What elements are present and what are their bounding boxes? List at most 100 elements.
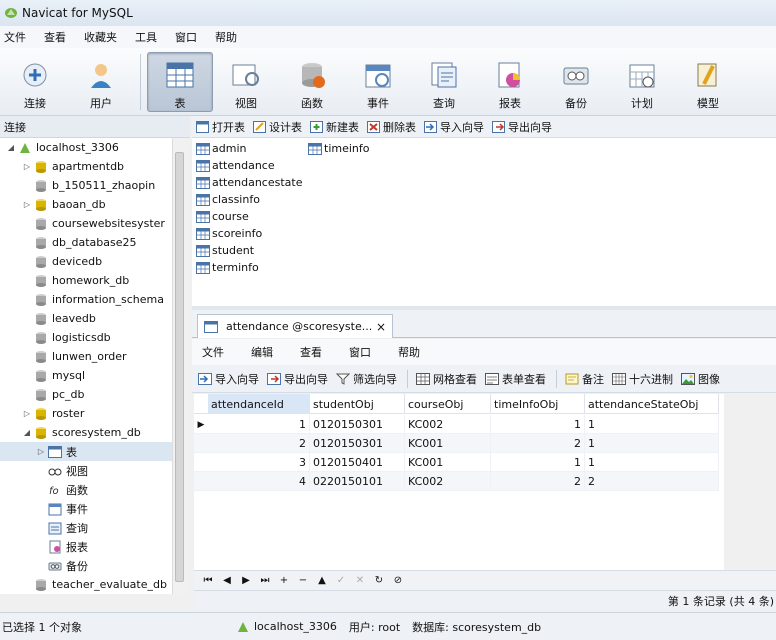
table-row[interactable]: 3 0120150401 KC001 1 1: [194, 453, 719, 472]
inner-menu-edit[interactable]: 编辑: [251, 344, 273, 360]
table-item-scoreinfo[interactable]: scoreinfo: [196, 225, 262, 242]
open-table-button[interactable]: 打开表: [196, 119, 245, 135]
tree-item-queries[interactable]: 查询: [0, 518, 185, 537]
user-button[interactable]: 用户: [68, 52, 134, 112]
inner-export-wizard-button[interactable]: 导出向导: [267, 371, 328, 387]
table-item-terminfo[interactable]: terminfo: [196, 259, 259, 276]
form-view-button[interactable]: 表单查看: [485, 371, 546, 387]
tree-item-db[interactable]: coursewebsitesyster: [0, 214, 185, 233]
tree-item-views[interactable]: 视图: [0, 461, 185, 480]
previous-record-icon[interactable]: ◀: [219, 575, 235, 586]
last-record-icon[interactable]: ⏭: [257, 575, 273, 586]
table-item-classinfo[interactable]: classinfo: [196, 191, 260, 208]
inner-import-wizard-button[interactable]: 导入向导: [198, 371, 259, 387]
cell-timeInfoObj[interactable]: 1: [491, 453, 585, 472]
inner-menu-help[interactable]: 帮助: [398, 344, 420, 360]
column-header-attendanceId[interactable]: attendanceId: [208, 394, 310, 414]
tab-attendance[interactable]: attendance @scoresyste... ×: [197, 314, 393, 338]
column-header-courseObj[interactable]: courseObj: [405, 394, 491, 414]
view-button[interactable]: 视图: [213, 52, 279, 112]
tree-item-backups[interactable]: 备份: [0, 556, 185, 575]
menu-help[interactable]: 帮助: [209, 29, 249, 45]
menu-favorites[interactable]: 收藏夹: [78, 29, 129, 45]
cell-studentObj[interactable]: 0120150301: [310, 415, 405, 434]
table-item-admin[interactable]: admin: [196, 140, 246, 157]
table-item-student[interactable]: student: [196, 242, 254, 259]
cell-attendanceStateObj[interactable]: 1: [585, 434, 719, 453]
report-button[interactable]: 报表: [477, 52, 543, 112]
tree-item-functions[interactable]: fo 函数: [0, 480, 185, 499]
tree-expander-icon[interactable]: ▷: [22, 409, 32, 418]
cell-courseObj[interactable]: KC002: [405, 415, 491, 434]
tree-scrollbar-thumb[interactable]: [175, 152, 184, 582]
tree-item-db[interactable]: homework_db: [0, 271, 185, 290]
tree-item-db[interactable]: leavedb: [0, 309, 185, 328]
new-table-button[interactable]: 新建表: [310, 119, 359, 135]
tree-item-db-open[interactable]: ▷ baoan_db: [0, 195, 185, 214]
tree-expander-icon[interactable]: ▷: [36, 447, 46, 456]
table-button[interactable]: 表: [147, 51, 213, 112]
tree-scrollbar[interactable]: [172, 138, 186, 594]
tree-expander-icon[interactable]: ◢: [22, 428, 32, 437]
table-item-attendancestate[interactable]: attendancestate: [196, 174, 302, 191]
tree-item-db[interactable]: logisticsdb: [0, 328, 185, 347]
cell-attendanceStateObj[interactable]: 1: [585, 453, 719, 472]
cell-timeInfoObj[interactable]: 1: [491, 415, 585, 434]
image-button[interactable]: 图像: [681, 371, 720, 387]
tree-item-db[interactable]: devicedb: [0, 252, 185, 271]
table-item-course[interactable]: course: [196, 208, 249, 225]
tree-item-db[interactable]: b_150511_zhaopin: [0, 176, 185, 195]
tree-item-db-open[interactable]: ◢ scoresystem_db: [0, 423, 185, 442]
filter-wizard-button[interactable]: 筛选向导: [336, 371, 397, 387]
edit-record-icon[interactable]: ▲: [314, 575, 330, 586]
cell-attendanceId[interactable]: 2: [208, 434, 310, 453]
cell-studentObj[interactable]: 0120150401: [310, 453, 405, 472]
cell-courseObj[interactable]: KC001: [405, 434, 491, 453]
tree-expander-icon[interactable]: ▷: [22, 162, 32, 171]
first-record-icon[interactable]: ⏮: [200, 575, 216, 586]
tree-expander-icon[interactable]: ▷: [22, 200, 32, 209]
import-wizard-button[interactable]: 导入向导: [424, 119, 484, 135]
tree-expander-icon[interactable]: ◢: [6, 143, 16, 152]
cell-attendanceId[interactable]: 1: [208, 415, 310, 434]
tree-item-db[interactable]: information_schema: [0, 290, 185, 309]
apply-changes-icon[interactable]: ✓: [333, 575, 349, 586]
inner-menu-view[interactable]: 查看: [300, 344, 322, 360]
cell-courseObj[interactable]: KC002: [405, 472, 491, 491]
menu-tools[interactable]: 工具: [129, 29, 169, 45]
model-button[interactable]: 模型: [675, 52, 741, 112]
cell-attendanceStateObj[interactable]: 1: [585, 415, 719, 434]
design-table-button[interactable]: 设计表: [253, 119, 302, 135]
function-button[interactable]: 函数: [279, 52, 345, 112]
export-wizard-button[interactable]: 导出向导: [492, 119, 552, 135]
cancel-changes-icon[interactable]: ✕: [352, 575, 368, 586]
tree-item-db[interactable]: teacher_evaluate_db: [0, 575, 185, 594]
tree-item-db-open[interactable]: ▷ roster: [0, 404, 185, 423]
menu-window[interactable]: 窗口: [169, 29, 209, 45]
backup-button[interactable]: 备份: [543, 52, 609, 112]
connect-button[interactable]: 连接: [2, 52, 68, 112]
column-header-studentObj[interactable]: studentObj: [310, 394, 405, 414]
cell-timeInfoObj[interactable]: 2: [491, 472, 585, 491]
tree-item-db[interactable]: mysql: [0, 366, 185, 385]
event-button[interactable]: 事件: [345, 52, 411, 112]
menu-file[interactable]: 文件: [0, 29, 38, 45]
cell-attendanceId[interactable]: 4: [208, 472, 310, 491]
delete-table-button[interactable]: 删除表: [367, 119, 416, 135]
schedule-button[interactable]: 计划: [609, 52, 675, 112]
tab-close-icon[interactable]: ×: [376, 320, 386, 334]
tree-item-db-open[interactable]: ▷ apartmentdb: [0, 157, 185, 176]
table-row[interactable]: 4 0220150101 KC002 2 2: [194, 472, 719, 491]
stop-icon[interactable]: ⊘: [390, 575, 406, 586]
inner-menu-file[interactable]: 文件: [202, 344, 224, 360]
cell-attendanceId[interactable]: 3: [208, 453, 310, 472]
cell-timeInfoObj[interactable]: 2: [491, 434, 585, 453]
refresh-icon[interactable]: ↻: [371, 575, 387, 586]
tree-item-server[interactable]: ◢ localhost_3306: [0, 138, 185, 157]
column-header-attendanceStateObj[interactable]: attendanceStateObj: [585, 394, 719, 414]
add-record-icon[interactable]: +: [276, 575, 292, 586]
tree-item-events[interactable]: 事件: [0, 499, 185, 518]
cell-attendanceStateObj[interactable]: 2: [585, 472, 719, 491]
tree-item-tables[interactable]: ▷ 表: [0, 442, 185, 461]
next-record-icon[interactable]: ▶: [238, 575, 254, 586]
